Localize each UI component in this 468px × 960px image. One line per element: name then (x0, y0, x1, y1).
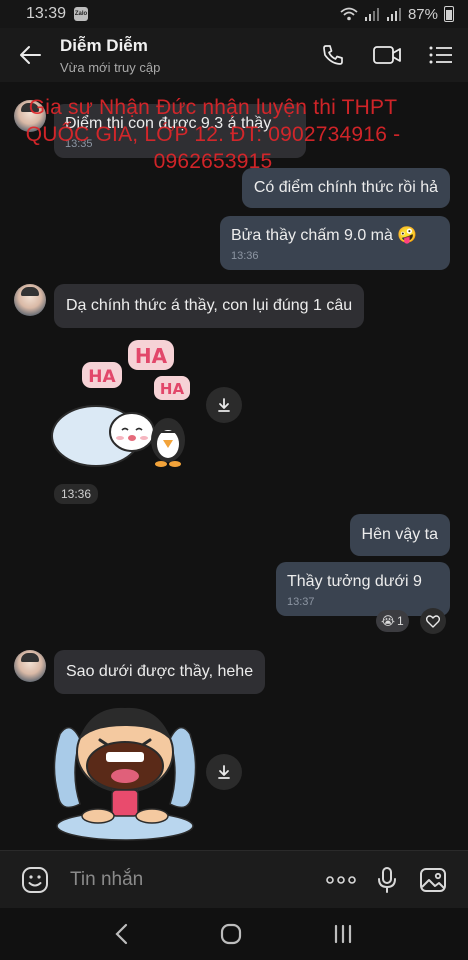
message-input-bar: Tin nhắn (0, 850, 468, 908)
message-time: 13:37 (287, 596, 315, 608)
microphone-icon (378, 866, 396, 893)
contact-avatar[interactable] (14, 284, 46, 316)
call-button[interactable] (306, 28, 360, 82)
more-dots-icon (326, 875, 356, 884)
message-input[interactable]: Tin nhắn (70, 869, 318, 891)
sticker-time: 13:36 (54, 484, 99, 504)
chat-header: Diễm Diễm Vừa mới truy cập (0, 28, 468, 82)
signal-icon (364, 8, 379, 21)
nav-home-icon[interactable] (219, 922, 243, 946)
message-text: Thầy tưởng dưới 9 (287, 573, 422, 590)
chat-area[interactable]: Điểm thi con được 9.3 á thầy 13:35 Có đi… (0, 82, 468, 850)
contact-info[interactable]: Diễm Diễm Vừa mới truy cập (60, 36, 306, 75)
wifi-icon (340, 7, 358, 21)
contact-name: Diễm Diễm (60, 35, 148, 55)
message-text: Điểm thi con được 9.3 á thầy (65, 115, 272, 132)
sticker-text-ha-2: HA (88, 367, 116, 387)
message-time: 13:35 (65, 138, 93, 150)
status-indicators: 87% (340, 6, 454, 23)
bear-penguin-sticker-image: HA HA HA (51, 340, 190, 467)
video-call-button[interactable] (360, 28, 414, 82)
react-heart-button[interactable] (420, 608, 446, 634)
battery-percent: 87% (407, 5, 438, 23)
signal-icon-2 (386, 8, 401, 21)
nav-recents-icon[interactable] (332, 923, 354, 945)
contact-status: Vừa mới truy cập (60, 59, 161, 75)
options-button[interactable] (414, 28, 468, 82)
phone-icon (323, 45, 343, 65)
status-bar: 13:39 Zalo 87% (0, 0, 468, 28)
status-time: 13:39 (26, 5, 67, 22)
emoji-face-icon (22, 866, 48, 893)
message-bubble-outgoing[interactable]: Có điểm chính thức rồi hả (241, 168, 450, 208)
download-icon (218, 398, 230, 412)
download-icon (218, 765, 230, 779)
message-text: Dạ chính thức á thầy, con lụi đúng 1 câu (66, 297, 353, 314)
sticker-crying-boy[interactable] (50, 704, 200, 844)
heart-icon (426, 614, 440, 628)
system-nav-bar (0, 908, 468, 960)
zalo-notification-icon: Zalo (74, 7, 89, 21)
sticker-picker-button[interactable] (12, 857, 58, 903)
video-camera-icon (373, 46, 401, 64)
download-sticker-button[interactable] (206, 754, 242, 790)
sticker-text-ha-3: HA (160, 380, 185, 398)
voice-record-button[interactable] (364, 857, 410, 903)
contact-avatar[interactable] (14, 650, 46, 682)
image-picker-button[interactable] (410, 857, 456, 903)
message-text: Sao dưới được thầy, hehe (66, 663, 254, 680)
reaction-summary[interactable]: 😭 1 (376, 610, 409, 632)
image-icon (420, 867, 446, 892)
crying-boy-sticker-image (53, 707, 197, 841)
message-bubble-outgoing[interactable]: Hên vậy ta (349, 514, 450, 556)
message-text: Hên vậy ta (361, 526, 438, 543)
more-options-button[interactable] (318, 857, 364, 903)
message-time: 13:36 (231, 250, 259, 262)
message-bubble-incoming[interactable]: Dạ chính thức á thầy, con lụi đúng 1 câu (54, 284, 365, 328)
contact-avatar[interactable] (14, 100, 46, 132)
reaction-count: 1 (397, 614, 404, 628)
sticker-text-ha-1: HA (135, 344, 168, 368)
battery-icon (444, 6, 454, 22)
back-button[interactable] (0, 28, 60, 82)
message-bubble-outgoing[interactable]: Bửa thầy chấm 9.0 mà 🤪 13:36 (220, 216, 450, 270)
message-bubble-outgoing[interactable]: Thầy tưởng dưới 9 13:37 (276, 562, 450, 616)
message-text: Có điểm chính thức rồi hả (253, 179, 438, 196)
sticker-haha-bear[interactable]: HA HA HA (50, 336, 200, 472)
back-arrow-icon (20, 46, 41, 64)
message-text: Bửa thầy chấm 9.0 mà 🤪 (231, 227, 418, 244)
download-sticker-button[interactable] (206, 387, 242, 423)
crying-emoji-icon: 😭 (381, 614, 396, 628)
nav-back-icon[interactable] (114, 923, 130, 945)
message-bubble-incoming[interactable]: Sao dưới được thầy, hehe (54, 650, 266, 694)
menu-list-icon (429, 46, 452, 64)
message-bubble-incoming[interactable]: Điểm thi con được 9.3 á thầy 13:35 (54, 104, 306, 158)
